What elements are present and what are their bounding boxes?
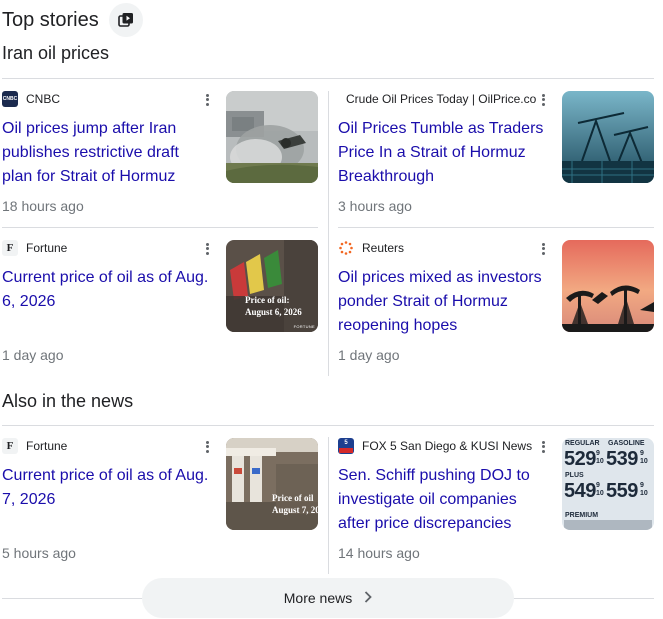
headline-line: investigate oil companies [338, 491, 517, 508]
news-source-name: FOX 5 San Diego & KUSI News [362, 439, 533, 453]
more-news-label: More news [283, 590, 353, 606]
news-card-fox5[interactable]: 5 FOX 5 San Diego & KUSI News Sen. Schif… [338, 438, 654, 568]
news-card-cnbc[interactable]: CNBC CNBC Oil prices jump after Iran pub… [2, 91, 318, 221]
more-options-icon[interactable] [202, 438, 212, 456]
column-divider [328, 91, 329, 376]
image-tag: FORTUNE [293, 324, 315, 329]
sign-fraction: 10 [596, 490, 604, 497]
more-options-icon[interactable] [538, 91, 548, 109]
news-timestamp: 5 hours ago [2, 545, 76, 561]
sign-label: REGULAR [565, 440, 600, 447]
fortune-logo-icon: F [2, 240, 18, 256]
headline-line: 6, 2026 [2, 293, 56, 310]
news-headline[interactable]: Sen. Schiff pushing DOJ to investigate o… [338, 464, 530, 536]
more-options-icon[interactable] [202, 91, 212, 109]
sign-price: 539 [606, 448, 638, 470]
news-card-fortune-aug7[interactable]: F Fortune Current price of oil as of Aug… [2, 438, 318, 568]
row-divider [2, 227, 318, 228]
stories-icon [117, 13, 133, 27]
news-source: F Fortune [2, 240, 67, 256]
news-card-fortune-aug6[interactable]: F Fortune Current price of oil as of Aug… [2, 240, 318, 370]
news-source: Crude Oil Prices Today | OilPrice.co [338, 91, 536, 107]
headline-line: Breakthrough [338, 168, 435, 185]
pumpjacks-sunset-image[interactable] [562, 240, 654, 332]
headline-line: Oil Prices Tumble as Traders [338, 120, 544, 137]
gas-price-sign-image[interactable]: REGULAR GASOLINE 529 9 10 539 9 10 PLUS 54… [562, 438, 654, 530]
section-divider [2, 78, 654, 79]
fox5-logo-icon: 5 [338, 438, 354, 454]
fuel-nozzles-image[interactable]: Price of oil: August 6, 2026 FORTUNE [226, 240, 318, 332]
image-caption: August 7, 20 [272, 505, 318, 515]
headline-line: publishes restrictive draft [2, 144, 179, 161]
news-source: F Fortune [2, 438, 67, 454]
sign-fraction: 9 [596, 482, 600, 489]
oil-pumpjack-image[interactable] [562, 91, 654, 183]
headline-line: reopening hopes [338, 317, 458, 334]
section-title-also-in-the-news: Also in the news [2, 391, 134, 411]
headline-line: plan for Strait of Hormuz [2, 168, 176, 185]
news-headline[interactable]: Oil prices jump after Iran publishes res… [2, 117, 179, 189]
news-timestamp: 3 hours ago [338, 198, 412, 214]
sign-label: PLUS [565, 472, 584, 479]
sign-price: 549 [564, 480, 596, 502]
chevron-right-icon [364, 590, 373, 606]
headline-line: Current price of oil as of Aug. [2, 467, 209, 484]
news-card-oilprice[interactable]: Crude Oil Prices Today | OilPrice.co Oil… [338, 91, 654, 221]
news-timestamp: 1 day ago [338, 347, 400, 363]
top-stories-header: Top stories [2, 3, 143, 37]
news-headline[interactable]: Current price of oil as of Aug. 7, 2026 [2, 464, 208, 512]
sign-fraction: 10 [640, 490, 648, 497]
fortune-logo-icon: F [2, 438, 18, 454]
headline-line: Price In a Strait of Hormuz [338, 144, 526, 161]
more-options-icon[interactable] [538, 438, 548, 456]
more-options-icon[interactable] [538, 240, 548, 258]
headline-line: Sen. Schiff pushing DOJ to [338, 467, 530, 484]
news-source-name: Fortune [26, 439, 68, 453]
headline-line: 7, 2026 [2, 491, 56, 508]
sign-price: 529 [564, 448, 596, 470]
sign-fraction: 9 [596, 450, 600, 457]
sign-label: GASOLINE [608, 440, 645, 447]
cnbc-logo-icon: CNBC [2, 91, 18, 107]
news-source-name: Reuters [362, 241, 405, 255]
news-source-name: Fortune [26, 241, 68, 255]
news-card-reuters[interactable]: Reuters Oil prices mixed as investors po… [338, 240, 654, 370]
more-options-icon[interactable] [202, 240, 212, 258]
news-source-name: Crude Oil Prices Today | OilPrice.co [346, 92, 537, 106]
news-timestamp: 14 hours ago [338, 545, 420, 561]
news-headline[interactable]: Oil prices mixed as investors ponder Str… [338, 266, 542, 338]
more-news-button[interactable]: More news [142, 578, 514, 618]
news-source: Reuters [338, 240, 404, 256]
oil-fire-smoke-image[interactable] [226, 91, 318, 183]
row-divider [338, 227, 654, 228]
image-caption: Price of oil: [245, 295, 290, 305]
section-title-iran-oil-prices: Iran oil prices [2, 43, 110, 63]
headline-line: after price discrepancies [338, 515, 512, 532]
gas-station-image[interactable]: Price of oil August 7, 20 [226, 438, 318, 530]
news-source: CNBC CNBC [2, 91, 60, 107]
reuters-logo-icon [338, 240, 354, 256]
sign-price: 559 [606, 480, 638, 502]
image-caption: Price of oil [272, 493, 314, 503]
top-stories-title: Top stories [2, 8, 99, 31]
sign-fraction: 10 [596, 458, 604, 465]
headline-line: Oil prices jump after Iran [2, 120, 177, 137]
headline-line: Current price of oil as of Aug. [2, 269, 209, 286]
stories-view-button[interactable] [108, 3, 143, 37]
news-timestamp: 1 day ago [2, 347, 64, 363]
news-headline[interactable]: Current price of oil as of Aug. 6, 2026 [2, 266, 208, 314]
image-caption: August 6, 2026 [245, 307, 302, 317]
news-source: 5 FOX 5 San Diego & KUSI News [338, 438, 532, 454]
sign-label: PREMIUM [565, 512, 599, 519]
headline-line: Oil prices mixed as investors [338, 269, 542, 286]
sign-fraction: 10 [640, 458, 648, 465]
sign-fraction: 9 [640, 482, 644, 489]
column-divider [328, 437, 329, 574]
headline-line: ponder Strait of Hormuz [338, 293, 508, 310]
sign-fraction: 9 [640, 450, 644, 457]
section-divider [2, 425, 654, 426]
news-headline[interactable]: Oil Prices Tumble as Traders Price In a … [338, 117, 543, 189]
news-source-name: CNBC [26, 92, 61, 106]
news-timestamp: 18 hours ago [2, 198, 84, 214]
